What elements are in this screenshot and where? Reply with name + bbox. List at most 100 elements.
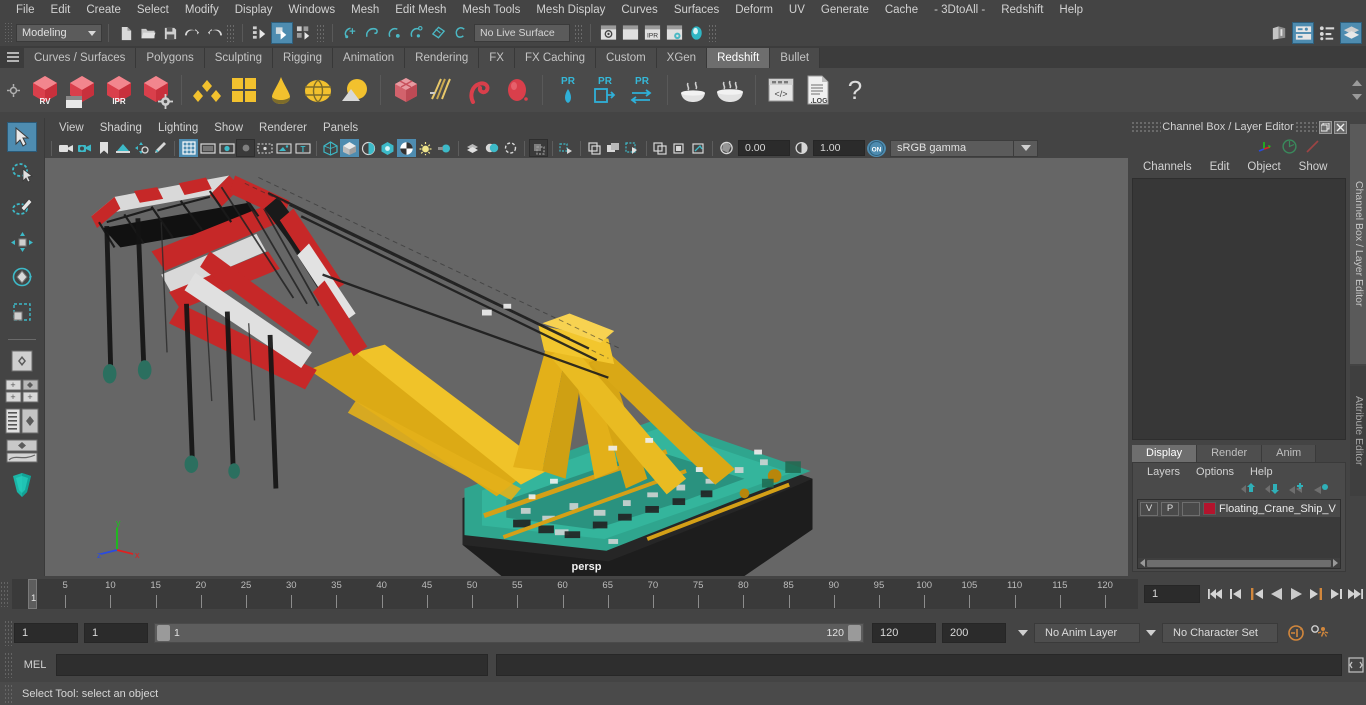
channel-box-menu-show[interactable]: Show xyxy=(1290,161,1337,173)
channel-box-menu-object[interactable]: Object xyxy=(1238,161,1289,173)
menu-item-3dtoall[interactable]: - 3DtoAll - xyxy=(926,0,993,20)
ipr-render-icon[interactable]: IPR xyxy=(641,22,663,44)
redshift-help-icon[interactable]: ? xyxy=(838,71,872,109)
toolbar-grip[interactable] xyxy=(316,24,325,42)
3d-viewport[interactable]: y x z persp xyxy=(45,158,1128,576)
redshift-incandescent-icon[interactable] xyxy=(264,71,298,109)
command-language-label[interactable]: MEL xyxy=(14,659,56,671)
menu-item-edit-mesh[interactable]: Edit Mesh xyxy=(387,0,454,20)
rotate-tool[interactable] xyxy=(7,262,37,292)
toolbar-grip[interactable] xyxy=(574,24,583,42)
menu-item-edit[interactable]: Edit xyxy=(43,0,79,20)
toolbar-grip[interactable] xyxy=(708,24,717,42)
character-set-combo[interactable]: No Character Set xyxy=(1162,623,1278,643)
show-hide-editors-icon[interactable] xyxy=(1268,22,1290,44)
layer-list[interactable]: V P Floating_Crane_Ship_V xyxy=(1137,499,1341,569)
camera-attributes-icon[interactable] xyxy=(75,139,94,157)
shelf-tab-redshift[interactable]: Redshift xyxy=(707,48,771,68)
layer-editor-menu-layers[interactable]: Layers xyxy=(1139,466,1188,478)
helpline-grip[interactable] xyxy=(4,683,14,704)
range-end-handle[interactable] xyxy=(848,625,861,641)
layer-row[interactable]: V P Floating_Crane_Ship_V xyxy=(1138,500,1340,517)
layer-name-label[interactable]: Floating_Crane_Ship_V xyxy=(1219,503,1336,515)
menu-item-generate[interactable]: Generate xyxy=(813,0,877,20)
capture-region-icon[interactable] xyxy=(670,139,689,157)
step-forward-frame-icon[interactable] xyxy=(1306,583,1326,605)
layer-editor-tab-display[interactable]: Display xyxy=(1132,445,1198,462)
single-perspective-layout[interactable] xyxy=(5,348,39,374)
redshift-material-icon[interactable] xyxy=(190,71,224,109)
menu-item-redshift[interactable]: Redshift xyxy=(993,0,1051,20)
four-view-layout[interactable]: + + + xyxy=(5,378,39,404)
show-attribute-editor-icon[interactable] xyxy=(1292,22,1314,44)
anim-layer-dropdown-icon[interactable] xyxy=(1018,630,1028,636)
menu-item-create[interactable]: Create xyxy=(78,0,129,20)
layer-editor-tab-anim[interactable]: Anim xyxy=(1262,445,1317,462)
redshift-bake-all-icon[interactable] xyxy=(713,71,747,109)
redshift-hair-icon[interactable] xyxy=(426,71,460,109)
screen-space-ao-icon[interactable] xyxy=(416,139,435,157)
select-tool[interactable] xyxy=(7,122,37,152)
commandline-grip[interactable] xyxy=(4,652,14,678)
scale-tool[interactable] xyxy=(7,297,37,327)
animation-preferences-icon[interactable] xyxy=(1308,624,1332,642)
select-camera-icon[interactable] xyxy=(56,139,75,157)
shelf-tab-curves-surfaces[interactable]: Curves / Surfaces xyxy=(24,48,137,68)
panel-drag-grip[interactable] xyxy=(1131,121,1161,133)
xray-joints-icon[interactable] xyxy=(557,139,576,157)
menu-item-help[interactable]: Help xyxy=(1051,0,1091,20)
axis-tripod-icon[interactable] xyxy=(1258,139,1274,153)
menu-item-curves[interactable]: Curves xyxy=(613,0,665,20)
go-to-end-icon[interactable] xyxy=(1346,583,1366,605)
use-all-lights-icon[interactable] xyxy=(378,139,397,157)
range-start-handle[interactable] xyxy=(157,625,170,641)
exposure-field[interactable]: 0.00 xyxy=(738,140,790,156)
redshift-render-sequence-icon[interactable] xyxy=(65,71,99,109)
playback-start-time-field[interactable]: 1 xyxy=(84,623,148,643)
redshift-log-icon[interactable]: .LOG xyxy=(801,71,835,109)
undo-icon[interactable] xyxy=(181,22,203,44)
vtab-channel-box-layer-editor[interactable]: Channel Box / Layer Editor xyxy=(1350,124,1366,364)
film-origin-icon[interactable] xyxy=(255,139,274,157)
new-scene-icon[interactable] xyxy=(115,22,137,44)
safe-action-icon[interactable] xyxy=(274,139,293,157)
menu-item-mesh[interactable]: Mesh xyxy=(343,0,387,20)
statusline-grip[interactable] xyxy=(4,22,12,44)
redshift-script-icon[interactable]: </> xyxy=(764,71,798,109)
shelf-scroll-up-icon[interactable] xyxy=(1352,80,1362,86)
persp-graph-layout[interactable] xyxy=(5,438,39,464)
shadows-icon[interactable] xyxy=(397,139,416,157)
menu-item-mesh-tools[interactable]: Mesh Tools xyxy=(454,0,528,20)
move-tool[interactable] xyxy=(7,227,37,257)
motion-blur-icon[interactable] xyxy=(435,139,454,157)
live-surface-field[interactable]: No Live Surface xyxy=(474,24,570,42)
select-region-icon[interactable] xyxy=(623,139,642,157)
render-sequence-icon[interactable] xyxy=(619,22,641,44)
shelf-tab-polygons[interactable]: Polygons xyxy=(136,48,205,68)
layer-visibility-toggle[interactable]: V xyxy=(1140,501,1158,516)
render-current-frame-icon[interactable] xyxy=(597,22,619,44)
image-plane-icon[interactable] xyxy=(113,139,132,157)
floating-crane-ship-model[interactable] xyxy=(45,158,1128,576)
open-scene-icon[interactable] xyxy=(137,22,159,44)
go-to-start-icon[interactable] xyxy=(1206,583,1226,605)
grid-toggle-icon[interactable] xyxy=(179,139,198,157)
isolate-select-icon[interactable] xyxy=(501,139,520,157)
shelf-tab-rigging[interactable]: Rigging xyxy=(273,48,334,68)
gamma-icon[interactable] xyxy=(792,139,811,157)
shelf-tab-fx-caching[interactable]: FX Caching xyxy=(514,48,597,68)
smooth-shade-all-icon[interactable] xyxy=(340,139,359,157)
select-by-object-icon[interactable] xyxy=(271,22,293,44)
layer-editor-menu-help[interactable]: Help xyxy=(1242,466,1281,478)
gate-mask-icon[interactable] xyxy=(236,139,255,157)
shelf-options-icon[interactable] xyxy=(2,68,24,112)
character-set-dropdown-icon[interactable] xyxy=(1146,630,1156,636)
select-by-hierarchy-icon[interactable] xyxy=(249,22,271,44)
move-layer-up-icon[interactable] xyxy=(1240,483,1255,495)
viewport-menu-view[interactable]: View xyxy=(51,118,92,138)
layer-color-swatch[interactable] xyxy=(1203,502,1216,515)
color-management-field[interactable]: sRGB gamma xyxy=(890,139,1014,157)
snap-to-point-icon[interactable] xyxy=(383,22,405,44)
hypershade-icon[interactable] xyxy=(685,22,707,44)
safe-title-icon[interactable]: T xyxy=(293,139,312,157)
